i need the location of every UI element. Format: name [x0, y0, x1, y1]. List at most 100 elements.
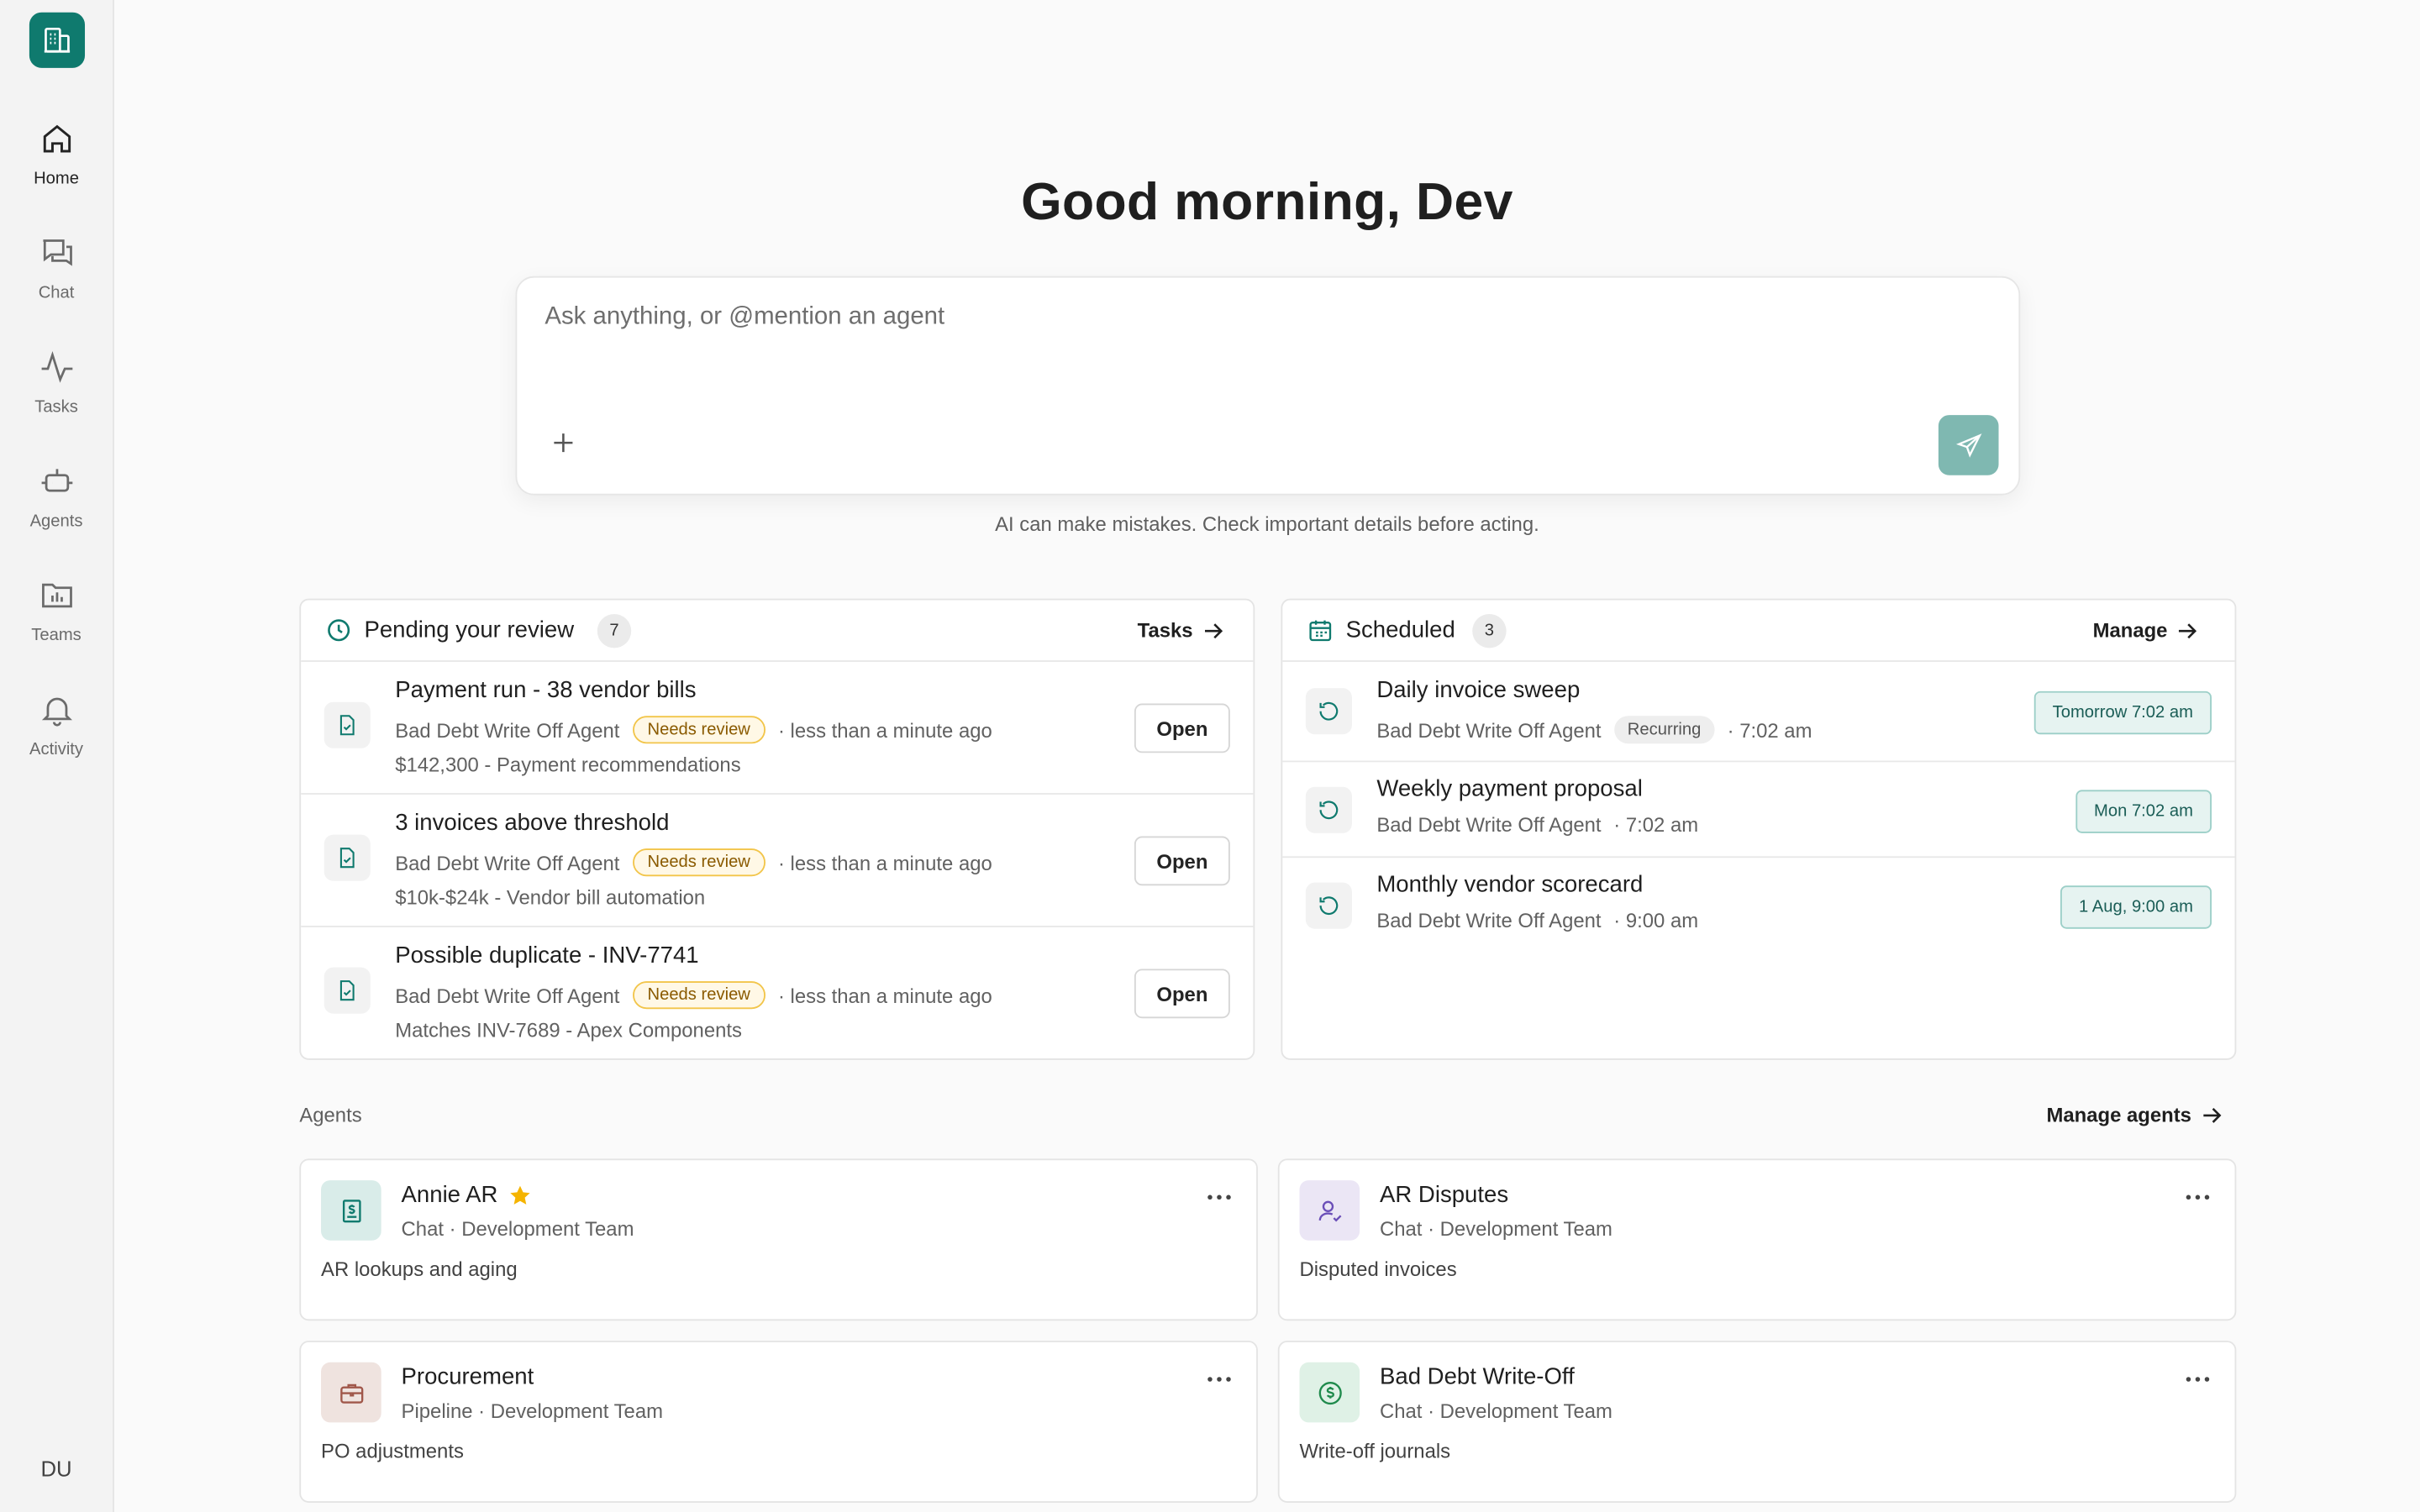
agent-card-annie-ar[interactable]: Annie AR Chat · Development Team AR look…	[299, 1158, 1258, 1321]
nav-teams[interactable]: Teams	[0, 577, 113, 673]
nav-agents[interactable]: Agents	[0, 463, 113, 559]
pending-row[interactable]: Possible duplicate - INV-7741 Bad Debt W…	[301, 927, 1253, 1058]
scheduled-row-time: · 7:02 am	[1727, 717, 1812, 742]
pending-count-badge: 7	[597, 614, 632, 648]
more-options-button[interactable]	[2186, 1182, 2210, 1210]
pending-row-time: · less than a minute ago	[777, 717, 992, 742]
pending-row-agent: Bad Debt Write Off Agent	[395, 850, 620, 874]
recurring-icon	[1305, 786, 1352, 833]
agent-name: Annie AR	[401, 1181, 498, 1209]
scheduled-panel: Scheduled 3 Manage Daily invoice sweep B…	[1281, 598, 2237, 1060]
agent-name-row: Bad Debt Write-Off	[1380, 1364, 1575, 1390]
nav-home[interactable]: Home	[0, 120, 113, 216]
arrow-right-icon	[2179, 622, 2197, 638]
scheduled-row-title: Monthly vendor scorecard	[1376, 871, 1644, 898]
person-check-icon	[1299, 1180, 1360, 1241]
briefcase-icon	[321, 1362, 381, 1423]
pending-row-subtitle: $142,300 - Payment recommendations	[395, 753, 741, 776]
page-title: Good morning, Dev	[1021, 172, 1513, 232]
pending-row-time: · less than a minute ago	[777, 983, 992, 1007]
manage-link[interactable]: Manage	[2093, 619, 2199, 642]
scheduled-title: Scheduled	[1345, 617, 1455, 643]
pulse-icon	[40, 350, 72, 383]
agents-section-label: Agents	[299, 1103, 362, 1126]
more-options-button[interactable]	[1207, 1182, 1231, 1210]
agent-name-row: AR Disputes	[1380, 1182, 1508, 1208]
scheduled-row[interactable]: Weekly payment proposal Bad Debt Write O…	[1282, 762, 2235, 858]
scheduled-count-badge: 3	[1472, 614, 1507, 648]
pending-review-title: Pending your review	[364, 617, 575, 643]
manage-agents-label: Manage agents	[2046, 1103, 2191, 1126]
pending-row-agent: Bad Debt Write Off Agent	[395, 983, 620, 1007]
ellipsis-icon	[1207, 1194, 1231, 1200]
pending-row[interactable]: Payment run - 38 vendor bills Bad Debt W…	[301, 662, 1254, 795]
document-check-icon	[324, 701, 371, 748]
pending-row-meta: Bad Debt Write Off Agent Needs review · …	[395, 848, 992, 877]
pending-row[interactable]: 3 invoices above threshold Bad Debt Writ…	[301, 795, 1254, 927]
scheduled-row-time: · 9:00 am	[1613, 908, 1699, 932]
nav-tasks-label: Tasks	[34, 397, 78, 417]
scheduled-row[interactable]: Daily invoice sweep Bad Debt Write Off A…	[1282, 662, 2235, 763]
star-icon[interactable]	[507, 1183, 531, 1207]
dollar-circle-icon	[1299, 1362, 1360, 1423]
pending-row-meta: Bad Debt Write Off Agent Needs review · …	[395, 716, 992, 744]
status-badge: Needs review	[632, 716, 766, 744]
manage-agents-link[interactable]: Manage agents	[2046, 1103, 2222, 1126]
agent-kind: Chat · Development Team	[401, 1217, 634, 1241]
bell-icon	[41, 697, 72, 727]
scheduled-row-agent: Bad Debt Write Off Agent	[1376, 812, 1602, 837]
agent-kind: Chat · Development Team	[1380, 1217, 1612, 1241]
nav-activity[interactable]: Activity	[0, 691, 113, 787]
nav-agents-label: Agents	[29, 512, 83, 531]
home-icon	[42, 124, 71, 153]
ellipsis-icon	[1207, 1377, 1231, 1382]
schedule-time-badge[interactable]: Mon 7:02 am	[2075, 790, 2212, 833]
chat-icon	[42, 239, 71, 266]
tasks-link[interactable]: Tasks	[1138, 619, 1224, 642]
app-logo-building-icon[interactable]	[29, 12, 86, 68]
pending-review-header: Pending your review 7 Tasks	[301, 600, 1254, 662]
agent-card-procurement[interactable]: Procurement Pipeline · Development Team …	[299, 1341, 1258, 1503]
more-options-button[interactable]	[2186, 1364, 2210, 1392]
pending-row-subtitle: $10k-$24k - Vendor bill automation	[395, 885, 706, 909]
agent-kind: Chat · Development Team	[1380, 1399, 1612, 1423]
recurring-icon	[1305, 882, 1352, 929]
scheduled-header: Scheduled 3 Manage	[1282, 600, 2235, 662]
nav-home-label: Home	[34, 170, 79, 189]
ai-disclaimer: AI can make mistakes. Check important de…	[995, 512, 1539, 536]
scheduled-row-title: Daily invoice sweep	[1376, 677, 1581, 704]
nav-chat[interactable]: Chat	[0, 234, 113, 330]
user-avatar[interactable]: DU	[0, 1457, 113, 1481]
open-button[interactable]: Open	[1134, 703, 1230, 753]
pending-row-time: · less than a minute ago	[777, 850, 992, 874]
schedule-time-badge[interactable]: Tomorrow 7:02 am	[2033, 690, 2212, 735]
agent-name-row: Procurement	[402, 1364, 534, 1390]
open-button[interactable]: Open	[1134, 836, 1230, 886]
open-button[interactable]: Open	[1134, 969, 1230, 1019]
status-badge: Needs review	[632, 981, 766, 1010]
scheduled-row[interactable]: Monthly vendor scorecard Bad Debt Write …	[1282, 858, 2234, 952]
schedule-time-badge[interactable]: 1 Aug, 9:00 am	[2060, 885, 2212, 929]
calendar-icon	[1309, 620, 1332, 642]
scheduled-row-meta: Bad Debt Write Off Agent · 9:00 am	[1376, 909, 1698, 932]
nav-teams-label: Teams	[31, 626, 82, 645]
agent-description: Disputed invoices	[1299, 1257, 1457, 1281]
pending-row-agent: Bad Debt Write Off Agent	[395, 717, 620, 742]
agent-card-ar-disputes[interactable]: AR Disputes Chat · Development Team Disp…	[1277, 1158, 2237, 1321]
agent-description: PO adjustments	[321, 1439, 464, 1463]
document-check-icon	[324, 834, 371, 881]
nav-tasks[interactable]: Tasks	[0, 349, 113, 444]
more-options-button[interactable]	[1207, 1364, 1231, 1392]
agent-card-bad-debt-write-off[interactable]: Bad Debt Write-Off Chat · Development Te…	[1277, 1341, 2237, 1503]
add-attachment-button[interactable]	[548, 429, 579, 460]
nav-chat-label: Chat	[38, 283, 75, 302]
prompt-input[interactable]	[541, 302, 1907, 333]
status-badge: Needs review	[632, 848, 766, 877]
pending-row-subtitle: Matches INV-7689 - Apex Components	[395, 1018, 742, 1042]
arrow-right-icon	[1204, 622, 1223, 638]
recurring-badge: Recurring	[1613, 716, 1715, 744]
nav-activity-label: Activity	[29, 740, 84, 759]
pending-row-title: Payment run - 38 vendor bills	[395, 677, 697, 704]
send-button[interactable]	[1938, 415, 1999, 475]
document-check-icon	[324, 967, 371, 1014]
